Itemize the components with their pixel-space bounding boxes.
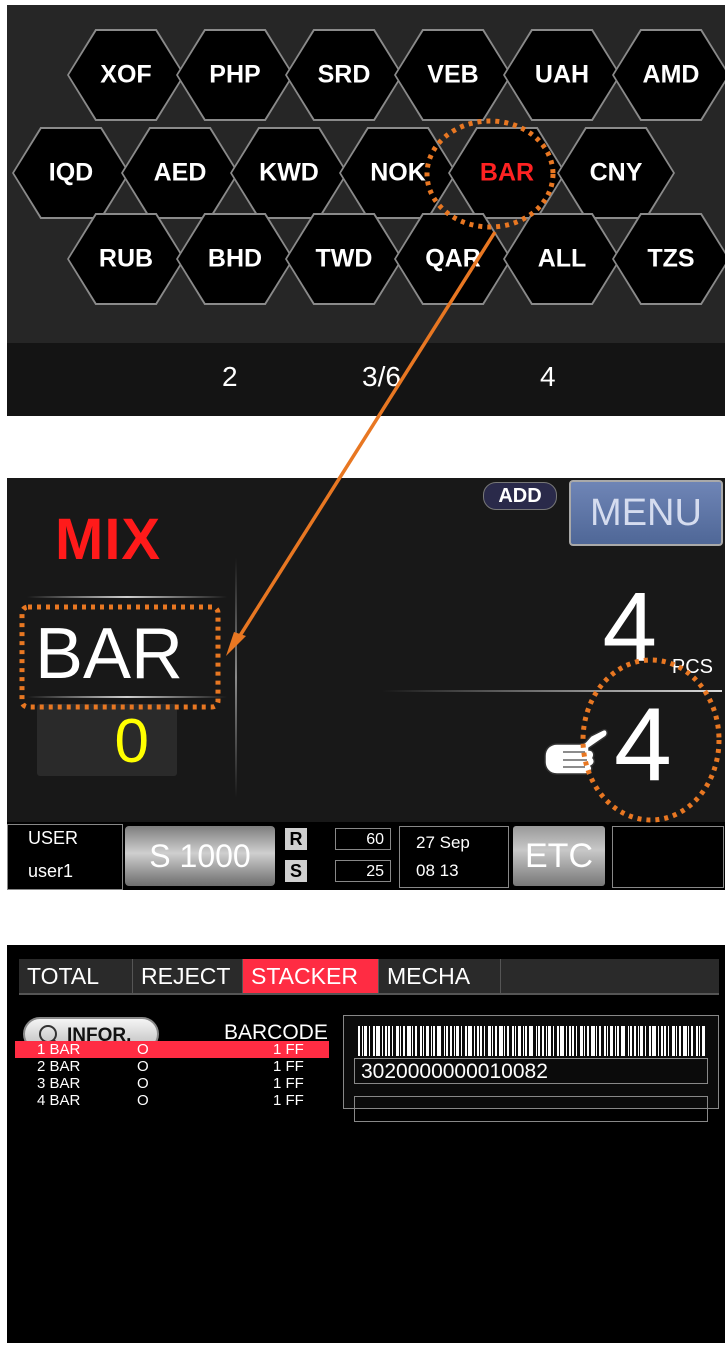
currency-label[interactable]: BAR <box>35 613 183 695</box>
currency-code-label: ALL <box>537 244 587 273</box>
menu-button[interactable]: MENU <box>569 480 723 546</box>
currency-bhd-button[interactable]: BHD <box>176 213 294 305</box>
currency-code-label: SRD <box>317 60 371 89</box>
mode-label: MIX <box>55 507 162 572</box>
row-id: 3 BAR <box>37 1075 81 1092</box>
row-id: 4 BAR <box>37 1092 81 1109</box>
divider <box>27 596 227 598</box>
currency-iqd-button[interactable]: IQD <box>12 127 130 219</box>
currency-qar-button[interactable]: QAR <box>394 213 512 305</box>
row-id: 2 BAR <box>37 1058 81 1075</box>
s-value: 25 <box>335 860 391 882</box>
currency-cny-button[interactable]: CNY <box>557 127 675 219</box>
barcode-value: 3020000000010082 <box>354 1058 708 1084</box>
tab-reject[interactable]: REJECT <box>133 959 243 993</box>
page-navigation: 2 3/6 4 <box>7 343 725 416</box>
tab-total[interactable]: TOTAL <box>19 959 133 993</box>
currency-bar-button[interactable]: BAR <box>448 127 566 219</box>
unit-label: PCS <box>671 656 713 678</box>
total-count: 4 <box>602 572 657 682</box>
currency-code-label: QAR <box>425 244 481 273</box>
pointing-hand-icon <box>544 728 608 775</box>
user-label: USER <box>28 828 79 848</box>
currency-all-button[interactable]: ALL <box>503 213 621 305</box>
etc-button[interactable]: ETC <box>513 826 605 886</box>
status-empty-slot <box>612 826 724 888</box>
currency-honeycomb: XOF PHP SRD VEB UAH AMD IQD AED KWD NOK BAR CNY RUB B… <box>7 5 725 343</box>
currency-aed-button[interactable]: AED <box>121 127 239 219</box>
currency-code-label: RUB <box>98 244 154 273</box>
datetime-display: 27 Sep 08 13 <box>399 826 509 888</box>
row-value: 1 FF <box>273 1075 304 1092</box>
page-prev[interactable]: 2 <box>222 361 238 393</box>
currency-code-label: BHD <box>207 244 263 273</box>
currency-code-label: KWD <box>259 158 319 187</box>
currency-srd-button[interactable]: SRD <box>285 29 403 121</box>
user-name: user1 <box>28 861 74 881</box>
currency-code-label: IQD <box>48 158 94 187</box>
date-text: 27 Sep <box>416 833 470 852</box>
currency-xof-button[interactable]: XOF <box>67 29 185 121</box>
currency-php-button[interactable]: PHP <box>176 29 294 121</box>
r-value: 60 <box>335 828 391 850</box>
barcode-image <box>358 1026 705 1056</box>
row-flag: O <box>137 1041 149 1058</box>
currency-code-label: PHP <box>209 60 261 89</box>
currency-tzs-button[interactable]: TZS <box>612 213 725 305</box>
stacker-row[interactable]: 1 BAR O 1 FF <box>15 1041 329 1058</box>
currency-code-label: TWD <box>315 244 373 273</box>
batch-value: 0 <box>114 707 149 776</box>
currency-code-label: TZS <box>647 244 695 273</box>
currency-code-label: NOK <box>370 158 426 187</box>
currency-code-label: AED <box>153 158 207 187</box>
divider <box>27 696 227 698</box>
user-info[interactable]: USER user1 <box>7 824 123 890</box>
tab-stacker[interactable]: STACKER <box>243 959 379 993</box>
barcode-value-secondary <box>354 1096 708 1122</box>
row-id: 1 BAR <box>37 1041 81 1058</box>
stacker-row[interactable]: 4 BAR O 1 FF <box>15 1092 329 1109</box>
barcode-panel: 3020000000010082 <box>343 1015 719 1122</box>
currency-rub-button[interactable]: RUB <box>67 213 185 305</box>
status-bar: USER user1 S 1000 R 60 S 25 27 Sep 08 13… <box>7 822 725 890</box>
currency-amd-button[interactable]: AMD <box>612 29 725 121</box>
stacker-row[interactable]: 2 BAR O 1 FF <box>15 1058 329 1075</box>
tab-bar: TOTAL REJECT STACKER MECHA <box>19 959 719 995</box>
currency-veb-button[interactable]: VEB <box>394 29 512 121</box>
row-flag: O <box>137 1075 149 1092</box>
currency-code-label: BAR <box>479 158 535 187</box>
denomination-button[interactable]: S 1000 <box>125 826 275 886</box>
batch-display: 0 <box>37 704 177 776</box>
stacker-row[interactable]: 3 BAR O 1 FF <box>15 1075 329 1092</box>
currency-code-label: CNY <box>589 158 643 187</box>
row-flag: O <box>137 1058 149 1075</box>
s-label: S <box>285 860 307 882</box>
time-text: 08 13 <box>416 861 459 880</box>
row-flag: O <box>137 1092 149 1109</box>
add-badge[interactable]: ADD <box>483 482 557 510</box>
counting-screen: MIX BAR 0 ADD MENU 4 PCS 4 USER user1 S … <box>7 478 725 890</box>
currency-code-label: VEB <box>427 60 479 89</box>
currency-nok-button[interactable]: NOK <box>339 127 457 219</box>
currency-code-label: UAH <box>534 60 590 89</box>
divider <box>235 558 237 798</box>
row-value: 1 FF <box>273 1058 304 1075</box>
currency-code-label: XOF <box>100 60 152 89</box>
currency-twd-button[interactable]: TWD <box>285 213 403 305</box>
stacker-info-screen: TOTAL REJECT STACKER MECHA INFOR. BARCOD… <box>7 945 725 1343</box>
currency-uah-button[interactable]: UAH <box>503 29 621 121</box>
currency-kwd-button[interactable]: KWD <box>230 127 348 219</box>
row-value: 1 FF <box>273 1041 304 1058</box>
batch-count[interactable]: 4 <box>614 693 672 797</box>
r-label: R <box>285 828 307 850</box>
currency-code-label: AMD <box>642 60 700 89</box>
tab-mecha[interactable]: MECHA <box>379 959 501 993</box>
currency-select-panel: XOF PHP SRD VEB UAH AMD IQD AED KWD NOK BAR CNY RUB B… <box>7 5 725 416</box>
page-next[interactable]: 4 <box>540 361 556 393</box>
row-value: 1 FF <box>273 1092 304 1109</box>
page-indicator: 3/6 <box>362 361 401 392</box>
